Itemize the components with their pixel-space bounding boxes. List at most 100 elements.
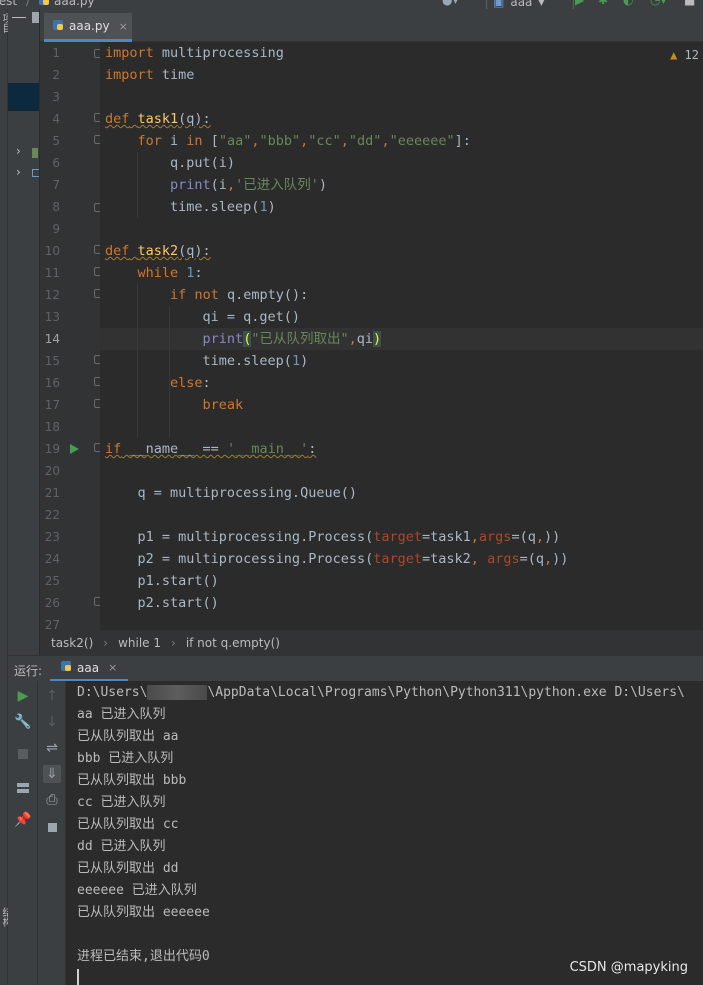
line-number: 21 [44, 486, 60, 500]
tree-expand-icon[interactable]: › [16, 165, 21, 179]
arrow-down-icon[interactable]: ↓ [43, 713, 61, 731]
run-panel-header: 运行: aaa × [8, 655, 703, 682]
tree-expand-icon[interactable]: › [16, 144, 21, 158]
console-line: 已从队列取出 aa [77, 729, 179, 744]
line-number: 3 [52, 90, 60, 104]
line-number: 9 [52, 222, 60, 236]
run-tab-aaa[interactable]: aaa × [50, 656, 128, 682]
coverage-icon[interactable]: ◐ [623, 0, 633, 7]
file-icon [32, 12, 39, 23]
console-line: 已从队列取出 dd [77, 861, 179, 876]
line-number: 14 [44, 332, 60, 346]
python-config-icon: ▣ [493, 0, 505, 9]
code-line: def task1(q): [105, 111, 211, 127]
line-number: 7 [52, 178, 60, 192]
console-output[interactable]: D:\Users\ \AppData\Local\Programs\Python\… [66, 681, 703, 985]
line-number: 15 [44, 354, 60, 368]
line-number: 13 [44, 310, 60, 324]
code-line: time.sleep(1) [105, 199, 276, 215]
line-number: 10 [44, 244, 60, 258]
code-breadcrumb: task2() › while 1 › if not q.empty() [40, 630, 703, 655]
debug-icon[interactable]: ✱ [598, 0, 608, 7]
python-file-icon [52, 19, 64, 34]
console-path-prefix: D:\Users\ [77, 685, 148, 700]
breadcrumb-item[interactable]: while 1 [118, 636, 161, 650]
editor-gutter: 1 2 3 4 5 6 7 8 9 10 11 12 13 14 15 16 17 18 19 20 21 22 23 24 2… [40, 42, 100, 630]
line-number: 17 [44, 398, 60, 412]
chevron-right-icon: › [171, 636, 176, 650]
stop-icon[interactable]: ■ [684, 0, 695, 7]
warning-icon: ▲ [670, 48, 678, 62]
code-line: else: [170, 375, 211, 391]
python-file-icon [38, 0, 50, 9]
minimize-icon[interactable] [12, 17, 26, 18]
line-number: 27 [44, 618, 60, 630]
watermark: CSDN @mapyking [569, 960, 688, 975]
line-number: 18 [44, 420, 60, 434]
wrench-icon[interactable]: 🔧 [14, 713, 32, 731]
chevron-down-icon: ▾ [538, 0, 545, 9]
breadcrumb-item[interactable]: task2() [51, 636, 93, 650]
close-icon[interactable]: × [108, 661, 117, 674]
project-breadcrumb[interactable]: test [0, 0, 17, 8]
line-number: 20 [44, 464, 60, 478]
code-line: for i in ["aa","bbb","cc","dd","eeeeee"]… [137, 133, 471, 149]
code-line: while 1: [137, 265, 203, 281]
python-file-icon [60, 660, 72, 675]
run-gutter-icon[interactable] [70, 444, 79, 454]
layout-icon[interactable] [14, 779, 32, 797]
code-line: def task2(q): [105, 243, 211, 259]
inspection-widget[interactable]: ▲ 12 [670, 48, 699, 62]
line-number: 23 [44, 530, 60, 544]
console-line: cc 已进入队列 [77, 795, 166, 810]
line-number: 2 [52, 68, 60, 82]
code-line: time.sleep(1) [105, 353, 309, 369]
run-panel-label: 运行: [14, 664, 43, 678]
line-number: 1 [52, 46, 60, 60]
code-editor[interactable]: import multiprocessing import time def tas… [100, 42, 703, 630]
profile-icon[interactable]: ◔▾ [650, 0, 667, 7]
rerun-icon[interactable]: ▶ [14, 687, 32, 705]
code-line: q.put(i) [105, 155, 236, 171]
line-number: 5 [52, 134, 60, 148]
line-number: 4 [52, 112, 60, 126]
console-line: 进程已结束,退出代码0 [77, 949, 210, 964]
line-number: 8 [52, 200, 60, 214]
run-toolbar-secondary: ↑ ↓ ⇌ ⇓ ⎙ [38, 681, 66, 985]
run-config-label: aaa [510, 0, 533, 9]
warning-count: 12 [684, 48, 699, 62]
line-number: 22 [44, 508, 60, 522]
left-tool-strip: 项目 结构 [0, 9, 11, 985]
tab-label: aaa.py [69, 19, 110, 33]
tab-aaa-py[interactable]: aaa.py × [44, 13, 132, 42]
line-number: 19 [44, 442, 60, 456]
file-breadcrumb[interactable]: aaa.py [54, 0, 95, 8]
code-line: q = multiprocessing.Queue() [105, 485, 357, 501]
run-config-select[interactable]: ▣ aaa ▾ [486, 0, 574, 9]
breadcrumb-item[interactable]: if not q.empty() [186, 636, 280, 650]
console-path-suffix: \AppData\Local\Programs\Python\Python311… [207, 685, 685, 700]
project-panel: › › [8, 9, 40, 655]
trash-icon[interactable] [43, 817, 61, 835]
scroll-to-end-icon[interactable]: ⇓ [43, 765, 61, 783]
code-line: break [202, 397, 244, 413]
pin-icon[interactable]: 📌 [14, 811, 32, 829]
code-line: print("已从队列取出",qi) [202, 331, 382, 347]
library-icon [32, 148, 38, 158]
line-number: 25 [44, 574, 60, 588]
code-line: if not q.empty(): [170, 287, 309, 303]
code-line: p1.start() [105, 573, 219, 589]
user-icon[interactable]: ●▾ [442, 0, 459, 7]
console-caret [77, 969, 79, 985]
run-icon[interactable]: ▶ [575, 0, 584, 7]
close-icon[interactable]: × [119, 20, 128, 33]
stop-icon[interactable] [14, 745, 32, 763]
line-number: 16 [44, 376, 60, 390]
code-line: p1 = multiprocessing.Process(target=task… [105, 529, 561, 545]
console-line-command: D:\Users\ \AppData\Local\Programs\Python\… [77, 682, 685, 704]
selected-tree-row[interactable] [8, 83, 39, 111]
soft-wrap-icon[interactable]: ⇌ [43, 739, 61, 757]
arrow-up-icon[interactable]: ↑ [43, 687, 61, 705]
code-line: qi = q.get() [105, 309, 301, 325]
print-icon[interactable]: ⎙ [43, 791, 61, 809]
